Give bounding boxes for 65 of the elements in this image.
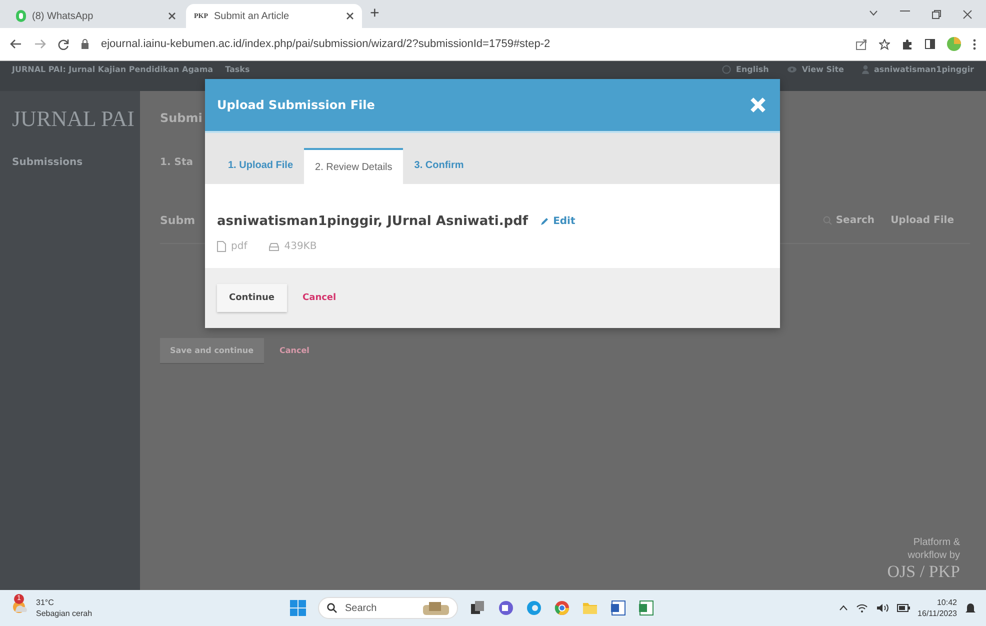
globe-icon <box>722 65 731 74</box>
taskbar-search[interactable]: Search <box>318 597 458 619</box>
task-view-icon[interactable] <box>470 600 486 616</box>
lock-icon <box>81 39 89 49</box>
restore-icon[interactable] <box>932 10 941 18</box>
new-tab-button[interactable]: + <box>370 5 380 23</box>
view-site-link[interactable]: View Site <box>786 65 844 74</box>
battery-icon[interactable] <box>896 604 910 612</box>
search-link[interactable]: Search <box>822 214 875 226</box>
wifi-icon[interactable] <box>856 603 868 613</box>
file-type: pdf <box>217 241 248 252</box>
user-menu[interactable]: asniwatisman1pinggir <box>862 65 974 74</box>
user-icon <box>862 65 869 74</box>
close-icon[interactable] <box>346 12 354 20</box>
edit-link[interactable]: Edit <box>540 216 576 227</box>
eye-icon <box>786 66 797 73</box>
notification-bell-icon[interactable] <box>965 602 976 614</box>
puzzle-icon[interactable] <box>902 38 913 50</box>
side-panel-icon[interactable] <box>925 39 935 49</box>
step-tab[interactable]: 1. Sta <box>160 157 193 197</box>
spreadsheet-icon[interactable] <box>638 600 654 616</box>
language-link[interactable]: English <box>722 65 769 74</box>
chat-icon[interactable] <box>498 600 514 616</box>
clock[interactable]: 10:42 16/11/2023 <box>918 597 957 619</box>
search-icon <box>327 603 337 613</box>
share-icon[interactable] <box>856 38 867 50</box>
save-button[interactable]: Save and continue <box>160 338 264 363</box>
continue-button[interactable]: Continue <box>217 284 287 312</box>
temperature: 31°C <box>36 597 55 608</box>
wizard-tab[interactable]: 3. Confirm <box>403 146 475 184</box>
chevron-up-icon[interactable] <box>838 605 848 611</box>
upload-file-link[interactable]: Upload File <box>890 214 954 226</box>
weather-description: Sebagian cerah <box>36 608 92 619</box>
cancel-link[interactable]: Cancel <box>280 338 310 363</box>
file-name: asniwatisman1pinggir, JUrnal Asniwati.pdf <box>217 214 528 229</box>
browser-tab[interactable]: (8) WhatsApp <box>8 4 184 28</box>
ojs-pkp-logo[interactable]: OJS / PKP <box>887 562 960 582</box>
tasks-link[interactable]: Tasks <box>225 65 250 74</box>
journal-logo-title[interactable]: JURNAL PAI <box>12 106 134 132</box>
drive-icon <box>269 242 280 250</box>
file-size: 439KB <box>269 241 317 252</box>
wizard-tab[interactable]: 1. Upload File <box>217 146 304 184</box>
chevron-down-icon[interactable] <box>869 10 878 16</box>
platform-credit: Platform & workflow by <box>906 536 960 562</box>
sidebar-item[interactable]: Submissions <box>0 139 140 186</box>
close-icon[interactable] <box>168 12 176 20</box>
more-menu-icon[interactable] <box>973 38 976 50</box>
speaker-icon[interactable] <box>876 603 889 613</box>
address-bar-url[interactable]: ejournal.iainu-kebumen.ac.id/index.php/pai/submission/wizard/2?submissionId=1759#step-2 <box>101 38 550 50</box>
reload-icon[interactable] <box>58 38 69 50</box>
panel-title: Subm <box>160 214 196 226</box>
page-heading: Submi <box>160 111 202 127</box>
pencil-icon <box>540 217 550 226</box>
wizard-tab[interactable]: 2. Review Details <box>304 148 404 184</box>
chat-app-icon <box>16 10 26 22</box>
back-arrow-icon[interactable] <box>10 39 22 49</box>
minimize-icon[interactable] <box>900 10 910 12</box>
dialog-title: Upload Submission File <box>217 98 375 112</box>
document-icon <box>217 241 226 252</box>
cancel-link[interactable]: Cancel <box>302 284 336 312</box>
star-icon[interactable] <box>879 38 890 50</box>
word-doc-icon[interactable] <box>610 600 626 616</box>
journal-title[interactable]: JURNAL PAI: Jurnal Kajian Pendidikan Agama <box>12 65 214 74</box>
windows-start-icon[interactable] <box>290 600 306 616</box>
close-icon[interactable] <box>963 10 972 18</box>
